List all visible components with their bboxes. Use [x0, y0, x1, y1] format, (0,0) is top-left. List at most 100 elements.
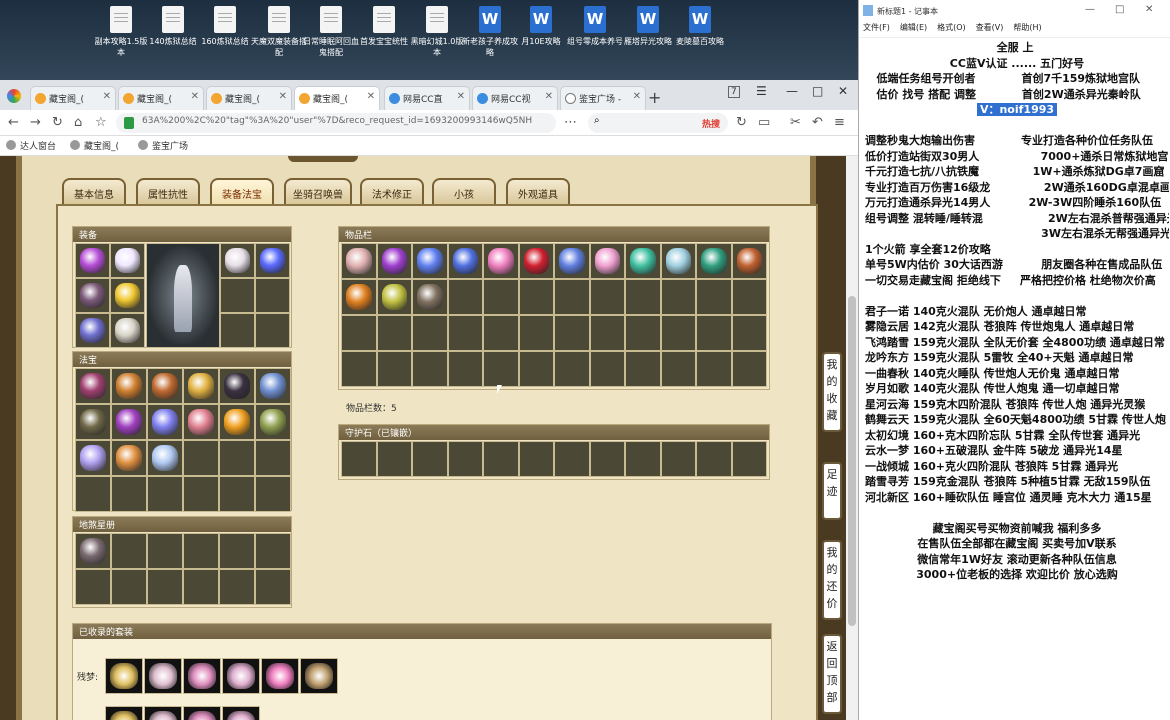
item-slot[interactable] — [219, 440, 255, 476]
close-icon[interactable]: ✕ — [633, 91, 641, 102]
item-slot[interactable] — [220, 313, 255, 348]
desktop-icon[interactable]: W 麦陵墓百攻略 — [672, 6, 728, 47]
item-slot[interactable] — [412, 279, 448, 315]
item-slot[interactable] — [111, 440, 147, 476]
item-slot[interactable] — [696, 243, 732, 279]
notepad-menu-item[interactable]: 文件(F) — [863, 23, 890, 32]
close-icon[interactable]: ✕ — [367, 91, 375, 102]
bookmark-item[interactable]: 达人窗台 — [6, 139, 56, 152]
item-slot[interactable] — [183, 476, 219, 512]
side-button[interactable]: 足迹 — [822, 462, 842, 520]
item-slot[interactable] — [219, 404, 255, 440]
item-slot[interactable] — [110, 313, 145, 348]
item-slot[interactable] — [518, 441, 554, 477]
url-input[interactable]: 63A%200%2C%20"tag"%3A%20"user"%7D&reco_r… — [116, 113, 556, 133]
browser-tab[interactable]: 鉴宝广场 - ✕ — [560, 86, 646, 110]
browser-tab[interactable]: 网易CC直 ✕ — [384, 86, 470, 110]
item-slot[interactable] — [376, 351, 412, 387]
game-tab[interactable]: 基本信息 — [62, 178, 126, 204]
item-slot[interactable] — [589, 351, 625, 387]
item-slot[interactable] — [696, 441, 732, 477]
item-slot[interactable] — [183, 368, 219, 404]
close-icon[interactable]: ✕ — [457, 91, 465, 102]
item-slot[interactable] — [518, 351, 554, 387]
item-slot[interactable] — [111, 476, 147, 512]
scrollbar-thumb[interactable] — [848, 296, 856, 626]
close-icon[interactable]: ✕ — [103, 91, 111, 102]
game-tab[interactable]: 小孩 — [432, 178, 496, 204]
suit-slot[interactable] — [300, 658, 338, 694]
item-slot[interactable] — [255, 313, 290, 348]
item-slot[interactable] — [255, 476, 291, 512]
item-slot[interactable] — [376, 441, 412, 477]
item-slot[interactable] — [412, 315, 448, 351]
item-slot[interactable] — [219, 476, 255, 512]
item-slot[interactable] — [255, 404, 291, 440]
star-icon[interactable]: ☆ — [95, 115, 107, 130]
home-icon[interactable]: ⌂ — [74, 115, 82, 130]
item-slot[interactable] — [341, 351, 377, 387]
minimize-icon[interactable]: — — [1085, 4, 1095, 15]
item-slot[interactable] — [255, 569, 291, 605]
item-slot[interactable] — [110, 243, 145, 278]
item-slot[interactable] — [589, 243, 625, 279]
item-slot[interactable] — [219, 368, 255, 404]
suit-slot[interactable] — [222, 706, 260, 720]
item-slot[interactable] — [376, 279, 412, 315]
item-slot[interactable] — [731, 441, 767, 477]
item-slot[interactable] — [660, 279, 696, 315]
side-button[interactable]: 我的还价 — [822, 540, 842, 620]
suit-slot[interactable] — [183, 706, 221, 720]
item-slot[interactable] — [75, 569, 111, 605]
desktop-icon[interactable]: 首发宝宝统性 — [356, 6, 412, 47]
close-icon[interactable]: ✕ — [279, 91, 287, 102]
browser-tab[interactable]: 藏宝阁_(✕ — [118, 86, 204, 110]
game-tab[interactable]: 坐骑召唤兽 — [284, 178, 352, 204]
item-slot[interactable] — [447, 441, 483, 477]
item-slot[interactable] — [341, 243, 377, 279]
item-slot[interactable] — [147, 533, 183, 569]
browser-tab[interactable]: 网易CC视 ✕ — [472, 86, 558, 110]
reload-icon[interactable]: ↻ — [52, 115, 63, 130]
item-slot[interactable] — [731, 315, 767, 351]
item-slot[interactable] — [255, 368, 291, 404]
desktop-icon[interactable]: 140炼狱总结 — [145, 6, 201, 47]
item-slot[interactable] — [183, 533, 219, 569]
desktop-icon[interactable]: W 月10E攻略 — [513, 6, 569, 47]
menu-icon[interactable]: 7 — [728, 86, 740, 98]
item-slot[interactable] — [220, 278, 255, 313]
item-slot[interactable] — [376, 243, 412, 279]
browser-tab[interactable]: 藏宝阁_(✕ — [206, 86, 292, 110]
item-slot[interactable] — [147, 440, 183, 476]
notepad-menu-item[interactable]: 查看(V) — [976, 23, 1004, 32]
item-slot[interactable] — [518, 279, 554, 315]
game-tab[interactable]: 法术修正 — [360, 178, 424, 204]
notepad-menu-item[interactable]: 编辑(E) — [900, 23, 927, 32]
item-slot[interactable] — [111, 533, 147, 569]
item-slot[interactable] — [75, 533, 111, 569]
browser-tab[interactable]: 藏宝阁_(✕ — [30, 86, 116, 110]
suit-slot[interactable] — [105, 658, 143, 694]
item-slot[interactable] — [589, 279, 625, 315]
item-slot[interactable] — [731, 243, 767, 279]
desktop-icon[interactable]: W 新老孩子养成攻略 — [462, 6, 518, 58]
item-slot[interactable] — [696, 279, 732, 315]
item-slot[interactable] — [589, 441, 625, 477]
item-slot[interactable] — [111, 569, 147, 605]
item-slot[interactable] — [447, 351, 483, 387]
item-slot[interactable] — [183, 404, 219, 440]
game-tab[interactable]: 属性抗性 — [136, 178, 200, 204]
minimize-icon[interactable]: — — [786, 84, 798, 98]
item-slot[interactable] — [483, 243, 519, 279]
item-slot[interactable] — [625, 315, 661, 351]
item-slot[interactable] — [75, 368, 111, 404]
page-scrollbar[interactable] — [846, 156, 858, 720]
item-slot[interactable] — [483, 351, 519, 387]
refresh-icon[interactable]: ↻ — [736, 115, 747, 130]
extension-icon[interactable]: ▭ — [758, 115, 770, 130]
item-slot[interactable] — [554, 315, 590, 351]
maximize-icon[interactable]: □ — [1115, 4, 1124, 15]
item-slot[interactable] — [589, 315, 625, 351]
item-slot[interactable] — [255, 440, 291, 476]
close-icon[interactable]: ✕ — [838, 84, 848, 98]
